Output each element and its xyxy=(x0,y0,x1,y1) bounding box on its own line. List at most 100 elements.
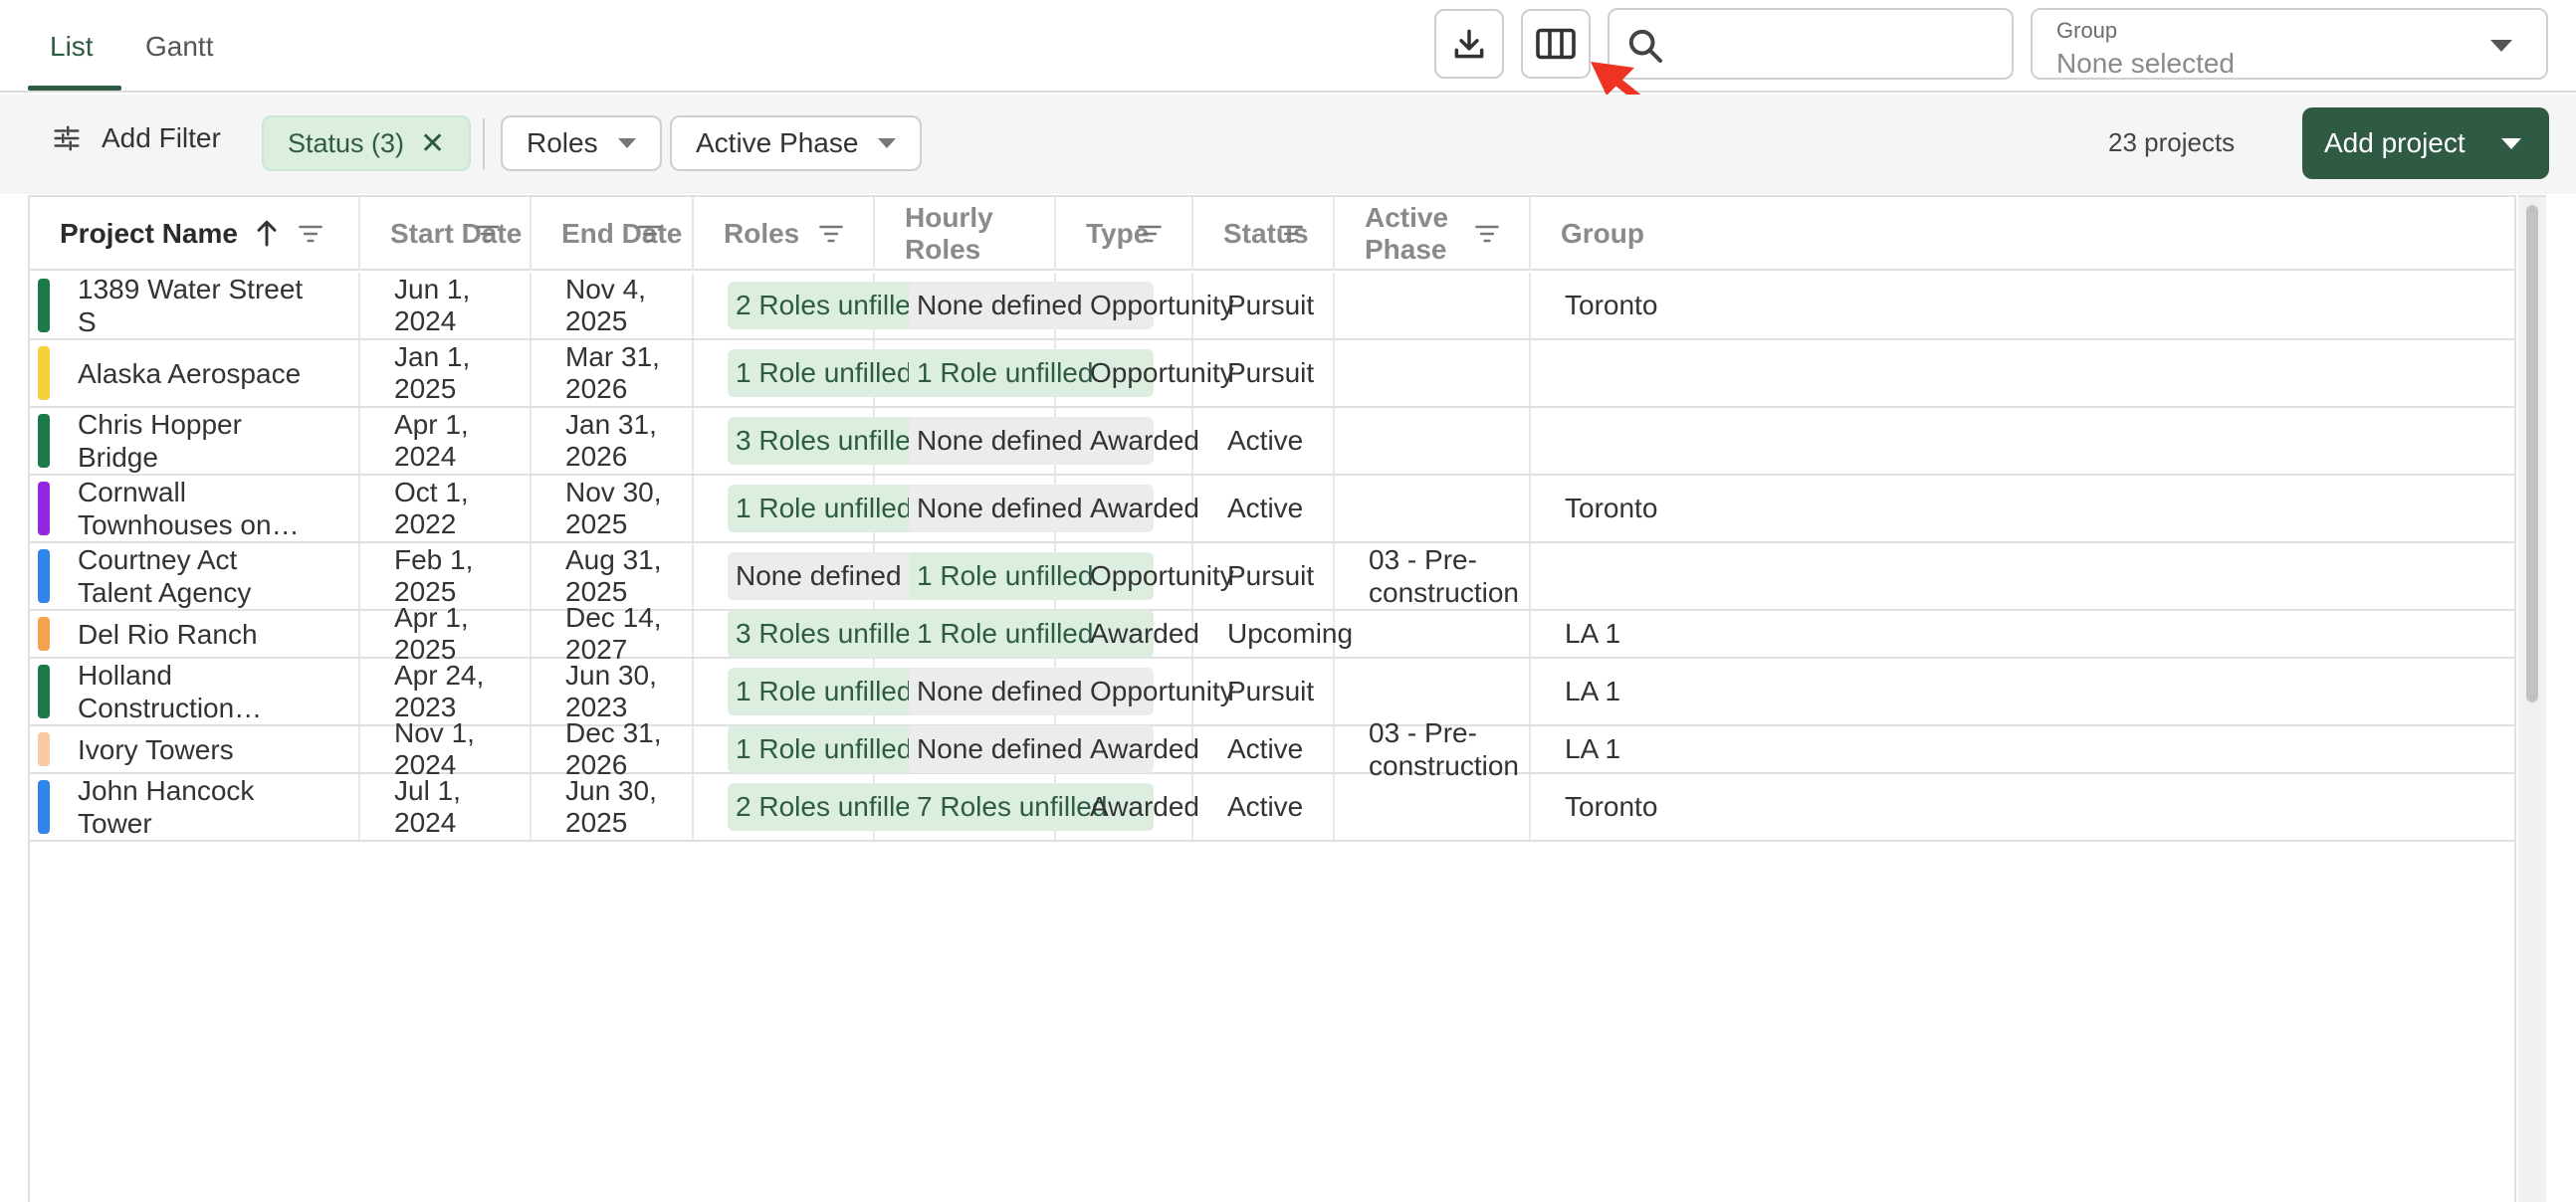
cell-project-name[interactable]: Del Rio Ranch xyxy=(30,611,360,657)
chevron-down-icon[interactable] xyxy=(2501,138,2521,149)
project-name: Cornwall Townhouses on… xyxy=(78,477,300,540)
scrollbar-thumb[interactable] xyxy=(2526,205,2538,702)
project-name: 1389 Water Street S xyxy=(78,274,304,337)
chevron-down-icon xyxy=(2490,40,2512,52)
column-header-type[interactable]: Type xyxy=(1056,197,1193,271)
cell-text: 03 - Pre-construction xyxy=(1369,717,1519,781)
filter-icon[interactable] xyxy=(1473,221,1501,253)
cell-text: Pursuit xyxy=(1227,290,1315,320)
project-name: Courtney Act Talent Agency xyxy=(78,544,252,608)
divider xyxy=(483,118,485,170)
chevron-down-icon xyxy=(617,138,636,148)
cell-project-name[interactable]: Holland Construction… xyxy=(30,659,360,724)
cell-project-name[interactable]: 1389 Water Street S xyxy=(30,273,360,338)
cell-start-date: Apr 1, 2025 xyxy=(360,602,532,665)
chevron-down-icon xyxy=(878,138,897,148)
cell-project-name[interactable]: Ivory Towers xyxy=(30,726,360,772)
cell-start-date: Nov 1, 2024 xyxy=(360,717,532,780)
roles-filter-label: Roles xyxy=(527,127,598,158)
project-color-bar xyxy=(38,279,50,332)
cell-start-date: Jun 1, 2024 xyxy=(360,273,532,338)
filter-icon[interactable] xyxy=(1277,221,1305,253)
add-filter-button[interactable]: Add Filter xyxy=(52,122,221,154)
filter-icon[interactable] xyxy=(474,221,502,253)
tab-list[interactable]: List xyxy=(50,0,94,93)
filter-icon[interactable] xyxy=(297,221,324,253)
add-filter-label: Add Filter xyxy=(102,122,221,153)
add-project-button[interactable]: Add project xyxy=(2302,107,2549,179)
column-header-end-date[interactable]: End Date xyxy=(532,197,694,271)
table-row[interactable]: Chris Hopper Bridge Apr 1, 2024 Jan 31, 20… xyxy=(30,408,2514,476)
cell-group: LA 1 xyxy=(1531,611,2514,657)
filter-icon[interactable] xyxy=(817,221,845,253)
filter-icon[interactable] xyxy=(1136,221,1164,253)
cell-project-name[interactable]: Cornwall Townhouses on… xyxy=(30,476,360,541)
roles-filter-dropdown[interactable]: Roles xyxy=(501,115,662,171)
cell-project-name[interactable]: Alaska Aerospace xyxy=(30,340,360,406)
column-header-active-phase[interactable]: Active Phase xyxy=(1335,197,1531,271)
cell-text: LA 1 xyxy=(1565,618,1621,649)
column-header-label: Active Phase xyxy=(1365,202,1449,265)
columns-button[interactable] xyxy=(1521,9,1591,79)
project-color-bar xyxy=(38,732,50,766)
table-header: Project Name Start Date End Date Roles Hourl… xyxy=(30,197,2514,271)
table-row[interactable]: Courtney Act Talent Agency Feb 1, 2025 Aug… xyxy=(30,543,2514,611)
table-row[interactable]: John Hancock Tower Jul 1, 2024 Jun 30, 202… xyxy=(30,774,2514,842)
cell-text: Feb 1, 2025 xyxy=(394,544,474,607)
cell-text: Active xyxy=(1227,425,1304,456)
column-header-hourly-roles[interactable]: Hourly Roles xyxy=(875,197,1056,271)
vertical-scrollbar[interactable] xyxy=(2518,195,2546,1202)
cell-end-date: Dec 14, 2027 xyxy=(532,602,694,665)
sort-ascending-icon[interactable] xyxy=(253,217,281,256)
cell-active-phase xyxy=(1335,408,1531,474)
close-icon[interactable]: ✕ xyxy=(420,126,445,161)
cell-active-phase xyxy=(1335,774,1531,840)
cell-project-name[interactable]: John Hancock Tower xyxy=(30,774,360,840)
project-color-bar xyxy=(38,482,50,535)
cell-roles: 1 Role unfilled xyxy=(694,340,972,406)
filter-icon[interactable] xyxy=(636,221,664,253)
column-header-roles[interactable]: Roles xyxy=(694,197,875,271)
column-header-status[interactable]: Status xyxy=(1193,197,1335,271)
table-row[interactable]: Alaska Aerospace Jan 1, 2025 Mar 31, 2026 1… xyxy=(30,340,2514,408)
table-row[interactable]: Cornwall Townhouses on… Oct 1, 2022 Nov 30… xyxy=(30,476,2514,543)
cell-roles: 2 Roles unfilled xyxy=(694,273,972,338)
cell-status: Active xyxy=(1193,774,1335,840)
column-header-start-date[interactable]: Start Date xyxy=(360,197,532,271)
cell-start-date: Apr 24, 2023 xyxy=(360,659,532,724)
table-row[interactable]: Del Rio Ranch Apr 1, 2025 Dec 14, 2027 3 Ro… xyxy=(30,602,2514,665)
cell-group: LA 1 xyxy=(1531,726,2514,772)
cell-status: Active xyxy=(1193,726,1335,772)
project-color-bar xyxy=(38,346,50,400)
column-header-project-name[interactable]: Project Name xyxy=(30,197,360,271)
tab-gantt[interactable]: Gantt xyxy=(145,0,213,93)
active-phase-filter-dropdown[interactable]: Active Phase xyxy=(670,115,923,171)
cell-text: Toronto xyxy=(1565,290,1658,320)
cell-group xyxy=(1531,543,2514,609)
cell-roles: 3 Roles unfilled xyxy=(694,610,972,658)
cell-type: Opportunity xyxy=(1056,543,1234,609)
cell-project-name[interactable]: Courtney Act Talent Agency xyxy=(30,543,360,609)
column-header-label: Group xyxy=(1561,218,1644,249)
column-header-label: Project Name xyxy=(60,218,238,249)
active-phase-filter-label: Active Phase xyxy=(696,127,859,158)
filter-bar: Add Filter Status (3) ✕ Roles Active Pha… xyxy=(0,95,2576,194)
column-header-group[interactable]: Group xyxy=(1531,197,2514,271)
download-button[interactable] xyxy=(1434,9,1504,79)
cell-hourly-roles: 1 Role unfilled xyxy=(875,610,1154,658)
cell-text: Apr 24, 2023 xyxy=(394,660,485,722)
cell-text: Nov 30, 2025 xyxy=(565,477,662,539)
cell-type: Opportunity xyxy=(1056,659,1234,724)
cell-active-phase xyxy=(1335,273,1531,338)
table-row[interactable]: 1389 Water Street S Jun 1, 2024 Nov 4, 202… xyxy=(30,273,2514,340)
group-select[interactable]: Group None selected xyxy=(2031,8,2548,80)
search-input[interactable] xyxy=(1679,22,1998,68)
table-row[interactable]: Ivory Towers Nov 1, 2024 Dec 31, 2026 1 Rol… xyxy=(30,717,2514,781)
table-row[interactable]: Holland Construction… Apr 24, 2023 Jun 30,… xyxy=(30,659,2514,726)
cell-text: 03 - Pre-construction xyxy=(1369,544,1519,608)
cell-hourly-roles: None defined xyxy=(875,659,1154,724)
cell-end-date: Dec 31, 2026 xyxy=(532,717,694,780)
cell-project-name[interactable]: Chris Hopper Bridge xyxy=(30,408,360,474)
cell-start-date: Apr 1, 2024 xyxy=(360,408,532,474)
status-filter-chip[interactable]: Status (3) ✕ xyxy=(262,115,472,171)
